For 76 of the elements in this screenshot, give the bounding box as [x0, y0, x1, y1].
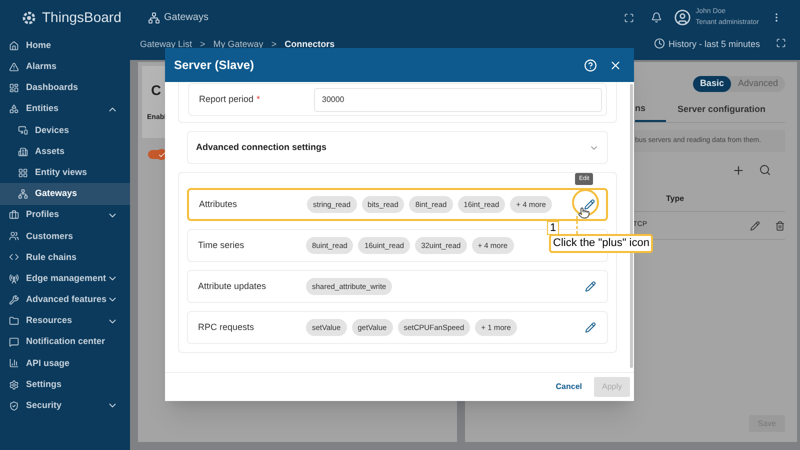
settings-icon	[9, 380, 19, 390]
column-header: Type	[666, 192, 684, 204]
edit-icon	[584, 322, 596, 333]
accordion-header[interactable]: Advanced connection settings	[187, 131, 608, 164]
network-icon	[148, 12, 160, 24]
page-title: Gateways	[164, 11, 210, 25]
delete-icon[interactable]	[775, 220, 785, 230]
dashboard-icon	[9, 82, 19, 93]
fullscreen-icon[interactable]	[624, 12, 634, 22]
breadcrumb-separator: >	[200, 38, 206, 51]
search-icon[interactable]	[759, 164, 771, 176]
history-button[interactable]: History - last 5 minutes	[668, 38, 760, 52]
sidebar-item[interactable]: Resources	[0, 310, 130, 332]
sidebar-item[interactable]: Rule chains	[0, 246, 130, 268]
breadcrumb-link[interactable]: Connectors	[284, 38, 335, 52]
input-field[interactable]: 30000	[314, 88, 602, 112]
sidebar-item[interactable]: Entities	[0, 98, 130, 120]
tab[interactable]: Server configuration	[666, 98, 766, 122]
row-label: Time series	[198, 238, 246, 252]
step-number: 1	[547, 221, 560, 235]
folder-icon	[9, 316, 19, 326]
sidebar-item[interactable]: Devices	[0, 120, 130, 141]
sidebar-item[interactable]: Security	[0, 395, 130, 416]
message-icon	[9, 337, 19, 348]
clock-icon	[654, 38, 666, 49]
edit-icon[interactable]	[750, 220, 760, 230]
network-icon	[18, 188, 28, 199]
warning-icon	[9, 62, 19, 72]
sidebar-item[interactable]: Gateways	[0, 183, 130, 204]
sidebar-item[interactable]: Settings	[0, 374, 130, 396]
devices-icon	[18, 125, 28, 136]
row-label: RPC requests	[198, 320, 256, 334]
toggle-switch[interactable]	[148, 150, 166, 159]
mode-toggle[interactable]: Basic	[692, 76, 731, 92]
app-logo-text: ThingsBoard	[42, 8, 122, 27]
card-title: C	[151, 81, 162, 100]
wrench-icon	[9, 294, 19, 305]
sidebar-item[interactable]: Profiles	[0, 204, 130, 226]
sidebar-item[interactable]: Advanced features	[0, 289, 130, 310]
edit-icon	[584, 199, 594, 210]
sidebar-item[interactable]: Entity views	[0, 162, 130, 184]
antenna-icon	[9, 274, 19, 284]
edit-icon	[584, 281, 596, 292]
breadcrumb-separator: >	[271, 38, 277, 51]
field-label: Report period	[199, 92, 254, 106]
row-label: Attributes	[199, 198, 238, 211]
dialog-title: Server (Slave)	[174, 57, 256, 74]
row-label: Attribute updates	[198, 280, 268, 293]
sidebar-item[interactable]: Notification center	[0, 332, 130, 353]
users-icon	[9, 231, 19, 242]
fullscreen-icon[interactable]	[776, 38, 786, 48]
sidebar-item[interactable]: Customers	[0, 226, 130, 247]
help-icon[interactable]	[584, 58, 597, 72]
cancel-button[interactable]: Cancel	[554, 381, 584, 393]
shield-icon	[9, 400, 19, 411]
breadcrumb-link[interactable]: Gateway List	[140, 38, 192, 52]
sidebar-item[interactable]: Assets	[0, 140, 130, 162]
sidebar-item[interactable]: Edge management	[0, 268, 130, 290]
home-icon	[9, 40, 19, 51]
building-icon	[18, 146, 28, 157]
avatar-icon[interactable]	[674, 9, 691, 26]
shapes-icon	[9, 104, 19, 114]
briefcase-icon	[9, 210, 19, 220]
sidebar-item[interactable]: Dashboards	[0, 77, 130, 99]
close-icon[interactable]	[609, 58, 622, 72]
sidebar-item[interactable]: API usage	[0, 352, 130, 374]
hint-callout: Click the "plus" icon	[549, 234, 654, 253]
bar-chart-icon	[9, 358, 19, 368]
code-icon	[9, 252, 19, 262]
sidebar-item[interactable]: Home	[0, 35, 130, 56]
add-icon[interactable]	[732, 164, 745, 177]
bell-icon[interactable]	[650, 12, 662, 23]
required-mark: *	[256, 92, 260, 106]
sidebar-item[interactable]: Alarms	[0, 56, 130, 78]
grid-icon	[18, 168, 28, 178]
hand-cursor-icon	[578, 207, 590, 219]
